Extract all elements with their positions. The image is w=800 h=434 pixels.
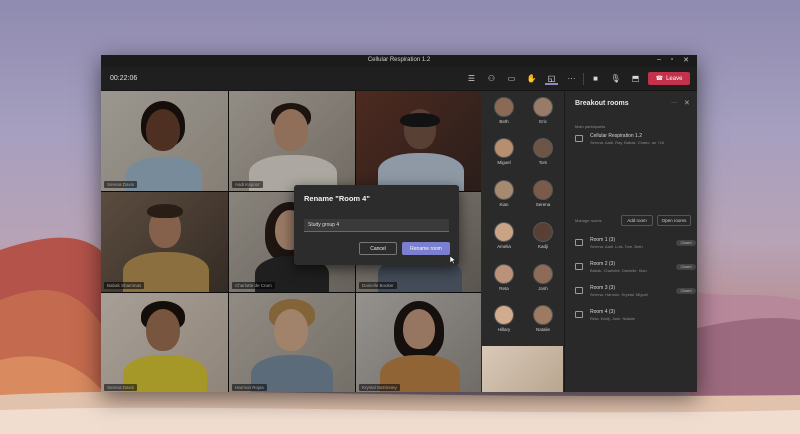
breakout-panel-title: Breakout rooms — [575, 100, 629, 107]
leave-button[interactable]: ☎ Leave — [648, 72, 690, 85]
phone-hangup-icon: ☎ — [655, 76, 664, 82]
close-icon[interactable]: ✕ — [681, 56, 691, 64]
room-name: Room 4 (3) — [590, 309, 616, 315]
room-name-input[interactable] — [304, 219, 449, 232]
leave-label: Leave — [666, 75, 683, 82]
more-icon[interactable]: ··· — [565, 72, 578, 85]
participant-avatar[interactable]: Serena — [528, 180, 558, 207]
title-bar: Cellular Respiration 1.2 – ▫ ✕ — [101, 55, 697, 67]
room-name: Room 1 (3) — [590, 237, 616, 243]
mic-icon[interactable]: 🎙 — [609, 72, 622, 85]
close-panel-icon[interactable]: ✕ — [684, 99, 690, 107]
add-room-button[interactable]: Add room — [621, 215, 653, 226]
participant-avatar[interactable]: Kadji — [528, 222, 558, 249]
room-icon — [575, 239, 583, 246]
room-icon — [575, 311, 583, 318]
rename-room-dialog: Rename "Room 4" Cancel Rename room — [294, 185, 459, 265]
room-icon — [575, 135, 583, 142]
camera-icon[interactable]: ■ — [589, 72, 602, 85]
breakout-rooms-panel: Breakout rooms ··· ✕ Main participants C… — [564, 91, 697, 392]
meeting-timer: 00:22:06 — [110, 75, 138, 82]
room-status-badge: Closed — [676, 240, 696, 246]
participant-avatar[interactable]: Beth — [489, 97, 519, 124]
room-members: Serena, Aadi, Luis, Tom, Beth — [590, 244, 643, 249]
room-name: Room 2 (3) — [590, 261, 616, 267]
meeting-name: Cellular Respiration 1.2 — [590, 133, 642, 139]
dialog-title: Rename "Room 4" — [304, 194, 370, 203]
rename-room-button[interactable]: Rename room — [402, 242, 450, 255]
room-members: Serena, Harmon, Krystal, Miguel — [590, 292, 648, 297]
meeting-members: Serena, Aadi, Ray, Babak, Charlo, an +16 — [590, 140, 665, 145]
teams-meeting-window: Cellular Respiration 1.2 – ▫ ✕ 00:22:06 … — [101, 55, 697, 392]
meeting-toolbar: 00:22:06 ☰ ⚇ ▭ ✋ ◱ ··· ■ 🎙 ⬒ ☎ Leave — [101, 67, 697, 91]
toolbar-divider — [583, 73, 584, 85]
room-item[interactable]: Room 4 (3) Reta, Kadji, Josh, Natalie — [575, 309, 691, 329]
participant-avatar[interactable]: Miguel — [489, 138, 519, 165]
breakout-rooms-icon[interactable]: ◱ — [545, 72, 558, 85]
participant-avatar[interactable]: Hillary — [489, 305, 519, 332]
main-participants-label: Main participants — [575, 124, 606, 129]
open-rooms-button[interactable]: Open rooms — [657, 215, 691, 226]
room-members: Reta, Kadji, Josh, Natalie — [590, 316, 635, 321]
cancel-button[interactable]: Cancel — [359, 242, 397, 255]
participant-avatar[interactable]: Amelia — [489, 222, 519, 249]
main-meeting-item[interactable]: Cellular Respiration 1.2 Serena, Aadi, R… — [575, 133, 691, 153]
room-status-badge: Closed — [676, 264, 696, 270]
people-icon[interactable]: ⚇ — [485, 72, 498, 85]
room-icon — [575, 263, 583, 270]
chat-icon[interactable]: ▭ — [505, 72, 518, 85]
participant-avatar[interactable]: Natalie — [528, 305, 558, 332]
manage-rooms-label: Manage rooms — [575, 218, 602, 223]
minimize-icon[interactable]: – — [654, 56, 664, 63]
participant-avatar[interactable]: Josh — [528, 264, 558, 291]
list-icon[interactable]: ☰ — [465, 72, 478, 85]
self-video-thumbnail[interactable] — [482, 346, 563, 392]
participant-avatar[interactable]: Reta — [489, 264, 519, 291]
maximize-icon[interactable]: ▫ — [667, 56, 677, 63]
share-icon[interactable]: ⬒ — [629, 72, 642, 85]
room-item[interactable]: Room 2 (3) Babak, Charlotte, Danielle, K… — [575, 261, 696, 281]
more-options-icon[interactable]: ··· — [671, 100, 677, 106]
window-title: Cellular Respiration 1.2 — [367, 57, 431, 63]
room-members: Babak, Charlotte, Danielle, Kian — [590, 268, 647, 273]
room-item[interactable]: Room 3 (3) Serena, Harmon, Krystal, Migu… — [575, 285, 696, 305]
room-item[interactable]: Room 1 (3) Serena, Aadi, Luis, Tom, Beth… — [575, 237, 696, 257]
pointer-cursor-icon — [450, 256, 456, 264]
raise-hand-icon[interactable]: ✋ — [525, 72, 538, 85]
participant-avatar[interactable]: Eric — [528, 97, 558, 124]
room-icon — [575, 287, 583, 294]
room-status-badge: Closed — [676, 288, 696, 294]
room-name: Room 3 (3) — [590, 285, 616, 291]
participant-avatar[interactable]: Tom — [528, 138, 558, 165]
participant-avatar[interactable]: Kian — [489, 180, 519, 207]
participants-panel: Beth Eric Miguel Tom Kian Serena Amelia … — [481, 91, 564, 392]
